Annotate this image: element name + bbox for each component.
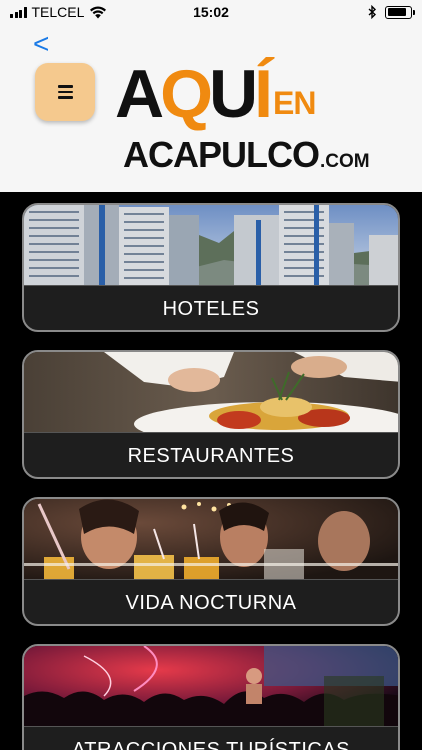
logo-aqui: AQUÍ	[115, 56, 273, 132]
system-icons	[368, 5, 415, 19]
hamburger-menu-icon	[57, 85, 73, 99]
hotel-towers-photo	[24, 205, 398, 285]
plated-food-photo	[24, 352, 398, 432]
battery-level	[387, 8, 407, 16]
category-card-atracciones-turisticas[interactable]: ATRACCIONES TURÍSTICAS	[22, 644, 400, 750]
back-button[interactable]: <	[33, 30, 49, 58]
category-card-vida-nocturna[interactable]: VIDA NOCTURNA	[22, 497, 400, 626]
category-list[interactable]: HOTELES RESTAURANTES VIDA NOCTURNA ATRAC…	[0, 192, 422, 750]
wifi-icon	[90, 6, 107, 19]
status-bar: TELCEL 15:02	[0, 0, 422, 24]
category-label: RESTAURANTES	[24, 432, 398, 477]
logo-com-text: .COM	[320, 151, 370, 172]
battery-icon	[385, 5, 415, 19]
category-card-hoteles[interactable]: HOTELES	[22, 203, 400, 332]
cellular-signal-icon	[10, 6, 27, 18]
nightlife-drinks-photo	[24, 499, 398, 579]
category-card-restaurantes[interactable]: RESTAURANTES	[22, 350, 400, 479]
logo-en-text: EN	[273, 85, 316, 121]
logo-acapulco-text: ACAPULCO	[123, 134, 320, 175]
category-label: HOTELES	[24, 285, 398, 330]
category-label: ATRACCIONES TURÍSTICAS	[24, 726, 398, 750]
bluetooth-icon	[368, 5, 377, 19]
app-header: < AQUÍ EN ACAPULCO .COM	[0, 24, 422, 192]
back-chevron-icon: <	[33, 28, 50, 59]
concert-crowd-photo	[24, 646, 398, 726]
menu-button[interactable]	[35, 63, 95, 121]
aqui-en-acapulco-logo: AQUÍ EN ACAPULCO .COM	[115, 60, 370, 188]
logo-aqui-text: AQUÍ	[115, 60, 273, 128]
carrier-group: TELCEL	[10, 4, 107, 20]
category-label: VIDA NOCTURNA	[24, 579, 398, 624]
carrier-name: TELCEL	[31, 4, 85, 20]
